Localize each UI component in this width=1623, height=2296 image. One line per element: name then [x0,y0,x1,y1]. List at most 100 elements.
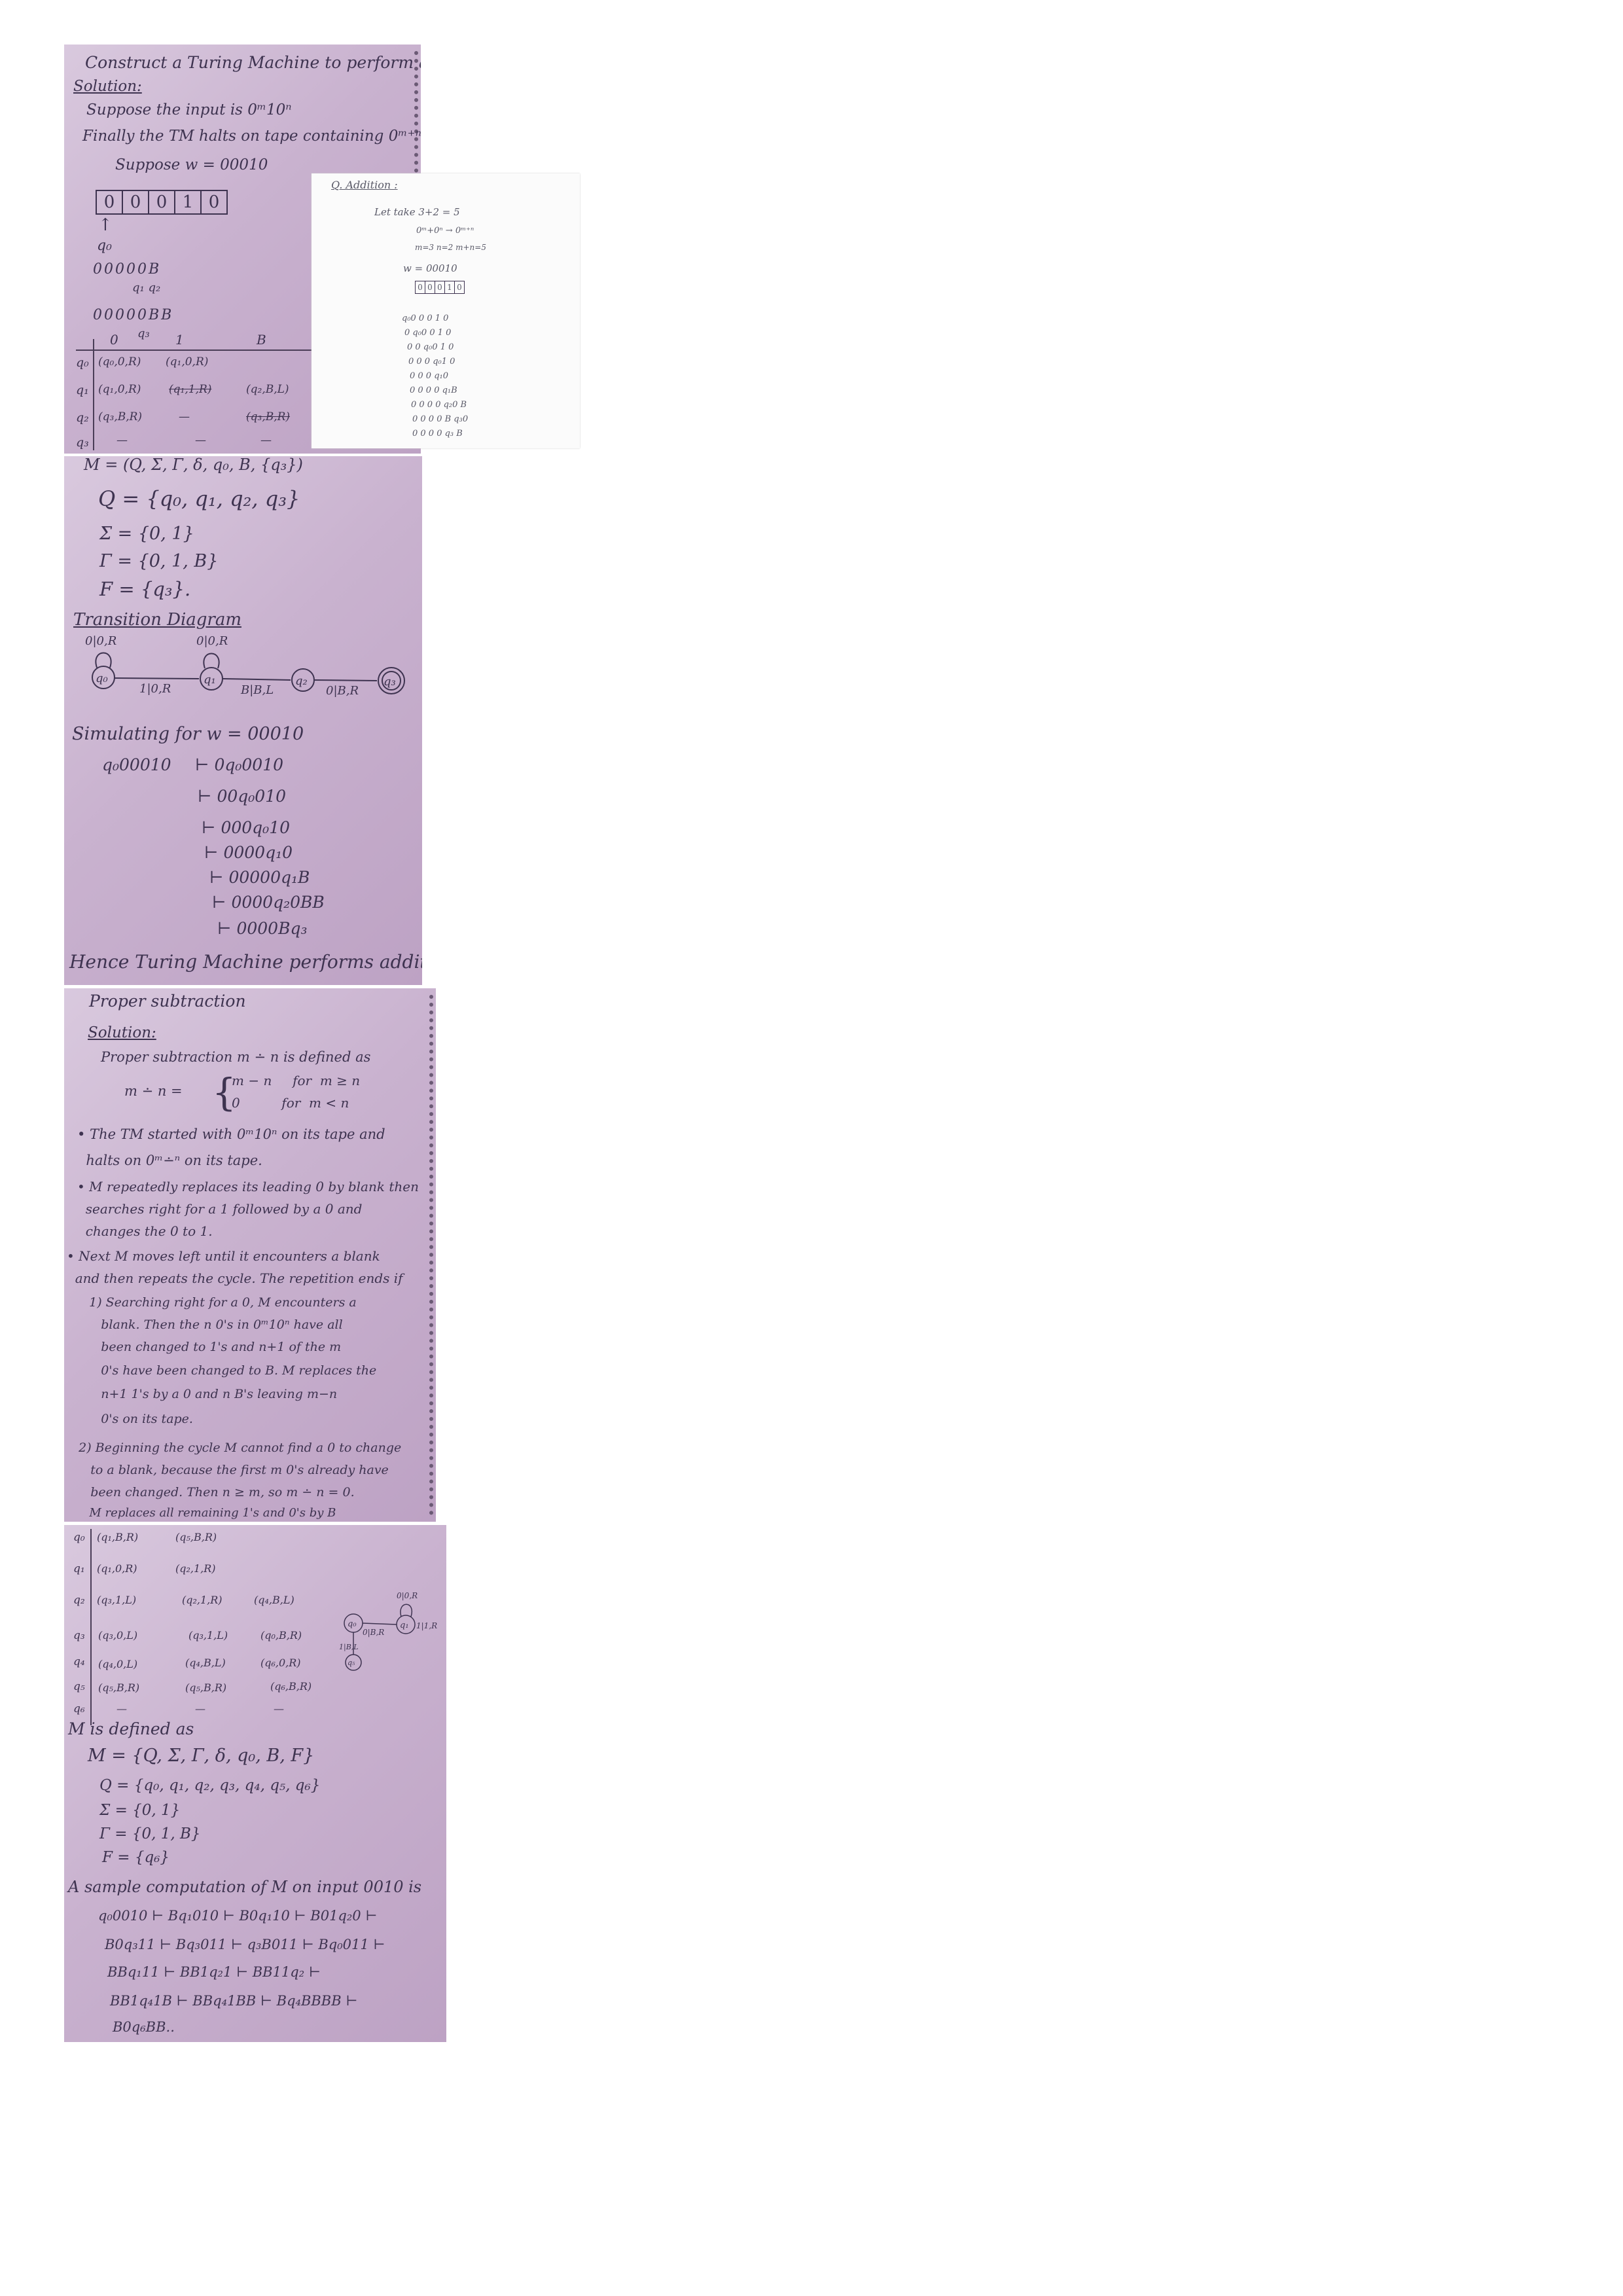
bullet-line: 0's on its tape. [77,1412,193,1426]
edge-label: 1|0,R [139,682,171,696]
tape-cell: 0 [208,192,220,212]
table-cell: — [179,410,190,423]
table-cell: — [260,434,272,447]
edge-label: 1|B,L [339,1643,359,1652]
mini-transition-sketch: q₀ q₁ q₅ 0|0,R 0|B,R 1|1,R 1|B,L [339,1591,437,1671]
table-row-state: q₄ [73,1655,85,1668]
edge-label: 1|1,R [416,1621,437,1630]
definition-title: M is defined as [68,1719,194,1738]
bullet-line: • The TM started with 0ᵐ10ⁿ on its tape … [77,1126,385,1142]
bullet-line: to a blank, because the first m 0's alre… [67,1463,389,1477]
edge-arrow [362,1623,397,1625]
tape-cell: 0 [97,191,123,213]
simulation-step: ⊢ 00000q₁B [209,868,310,887]
bullet-line: searches right for a 1 followed by a 0 a… [77,1201,363,1217]
bullet-line: been changed. Then n ≥ m, so m ∸ n = 0. [67,1485,355,1499]
insert-trace-line: 0 0 0 0 B q₃0 [412,414,469,424]
table-cell: (q₃,B,R) [98,410,143,423]
state-label: q₀ [96,672,108,685]
table-cell: (q₄,B,L) [254,1594,294,1606]
notebook-photo-subtraction: Proper subtraction Solution: Proper subt… [64,988,436,1522]
table-cell: (q₆,0,R) [260,1657,301,1669]
table-cell-struck: (q₁,1,R) [169,383,212,396]
sample-title: A sample computation of M on input 0010 … [68,1878,422,1896]
sample-line: BB1q₄1B ⊢ BBq₄1BB ⊢ Bq₄BBBB ⊢ [110,1993,358,2009]
insert-trace-line: q₀0 0 0 1 0 [402,314,449,323]
case-one: m − n for m ≥ n [232,1073,361,1088]
table-rule [93,339,94,450]
scanned-notes-insert: Q. Addition : Let take 3+2 = 5 0ᵐ+0ⁿ → 0… [312,173,580,448]
tape-cell: 0 [435,281,445,293]
table-cell: (q₂,1,R) [182,1594,223,1606]
transition-diagram: q₀ q₁ q₂ q₃ 0|0,R 0|0,R 1|0,R B|B,L 0|B,… [85,634,405,698]
tape-cell: 0 [457,283,462,292]
table-cell-struck: (q₃,B,R) [246,410,291,423]
insert-trace-line: 0 q₀0 0 1 0 [404,328,452,338]
tape-cell: 0 [149,191,175,213]
table-cell: (q₁,B,R) [97,1531,139,1543]
insert-line: w = 00010 [403,262,457,274]
table-rule [90,1529,92,1725]
final-states: F = {q₆} [102,1849,170,1866]
edge-label: 0|0,R [85,634,116,648]
table-cell: — [274,1702,284,1715]
insert-line: m=3 n=2 m+n=5 [415,243,486,252]
trace-line: 00000B [93,261,162,278]
simulation-start: q₀00010 [102,755,171,774]
table-row-state: q₀ [73,1531,85,1544]
bullet-line: been changed to 1's and n+1 of the m [77,1340,342,1354]
state-label: q₃ [383,675,396,689]
trace-state: q₃ [137,327,150,340]
notebook-photo-definition: M = (Q, Σ, Γ, δ, q₀, B, {q₃}) Q = {q₀, q… [64,456,422,985]
bullet-line: blank. Then the n 0's in 0ᵐ10ⁿ have all [77,1318,343,1332]
sample-line: q₀0010 ⊢ Bq₁010 ⊢ B0q₁10 ⊢ B01q₂0 ⊢ [98,1908,378,1924]
simulation-step: ⊢ 0000Bq₃ [217,919,308,938]
table-header-b: B [257,332,266,348]
insert-trace-line: 0 0 0 0 q₁B [410,386,457,395]
diagram-title: Transition Diagram [73,610,241,630]
bullet-line: 1) Searching right for a 0, M encounters… [77,1295,357,1310]
self-loop [95,652,112,668]
table-cell: (q₀,0,R) [98,355,141,368]
table-cell: (q₃,1,L) [188,1629,228,1641]
insert-line: Let take 3+2 = 5 [374,206,460,218]
table-cell: (q₄,B,L) [185,1657,226,1669]
table-cell: (q₀,B,R) [260,1629,302,1641]
input-line: Suppose the input is 0ᵐ10ⁿ [86,101,292,118]
table-row-state: q₃ [76,435,89,450]
machine-definition: M = {Q, Σ, Γ, δ, q₀, B, F} [88,1746,315,1766]
states-set: Q = {q₀, q₁, q₂, q₃} [98,486,300,511]
self-loop [203,653,220,669]
table-cell: (q₅,B,R) [175,1531,217,1543]
case-lhs: m ∸ n = [124,1083,183,1099]
sample-line: B0q₃11 ⊢ Bq₃011 ⊢ q₃B011 ⊢ Bq₀011 ⊢ [105,1937,385,1952]
section-title: Proper subtraction [89,992,246,1011]
table-cell: (q₂,B,L) [246,383,289,396]
table-row-state: q₂ [73,1594,85,1607]
state-label: q₁ [204,673,216,687]
trace-states: q₁ q₂ [132,281,161,295]
bullet-line: M replaces all remaining 1's and 0's by … [67,1506,336,1520]
page-title: Construct a Turing Machine to perform ad… [85,53,421,72]
input-alphabet: Σ = {0, 1} [99,524,194,544]
table-rule [76,350,344,351]
table-cell: (q₃,1,L) [97,1594,137,1606]
bullet-line: and then repeats the cycle. The repetiti… [67,1270,403,1286]
edge-label: 0|0,R [196,634,228,648]
tape-cell: 0 [416,281,425,293]
edge-label: 0|0,R [397,1591,418,1600]
state-label: q₅ [348,1659,355,1667]
table-cell: (q₄,0,L) [98,1658,138,1670]
bullet-line: halts on 0ᵐ∸ⁿ on its tape. [77,1153,262,1168]
insert-tape: 0 0 0 1 0 [415,281,465,294]
table-cell: (q₁,0,R) [97,1562,137,1575]
bullet-line: • Next M moves left until it encounters … [67,1248,380,1264]
tape-drawing: 0 0 0 1 0 [96,190,228,215]
solution-heading: Solution: [73,78,142,95]
insert-trace-line: 0 0 0 q₀1 0 [408,357,455,367]
table-row-state: q₆ [73,1702,85,1715]
table-row-state: q₅ [73,1680,85,1693]
table-cell: — [116,434,128,447]
notebook-spiral [423,995,433,1515]
table-cell: — [195,434,206,447]
